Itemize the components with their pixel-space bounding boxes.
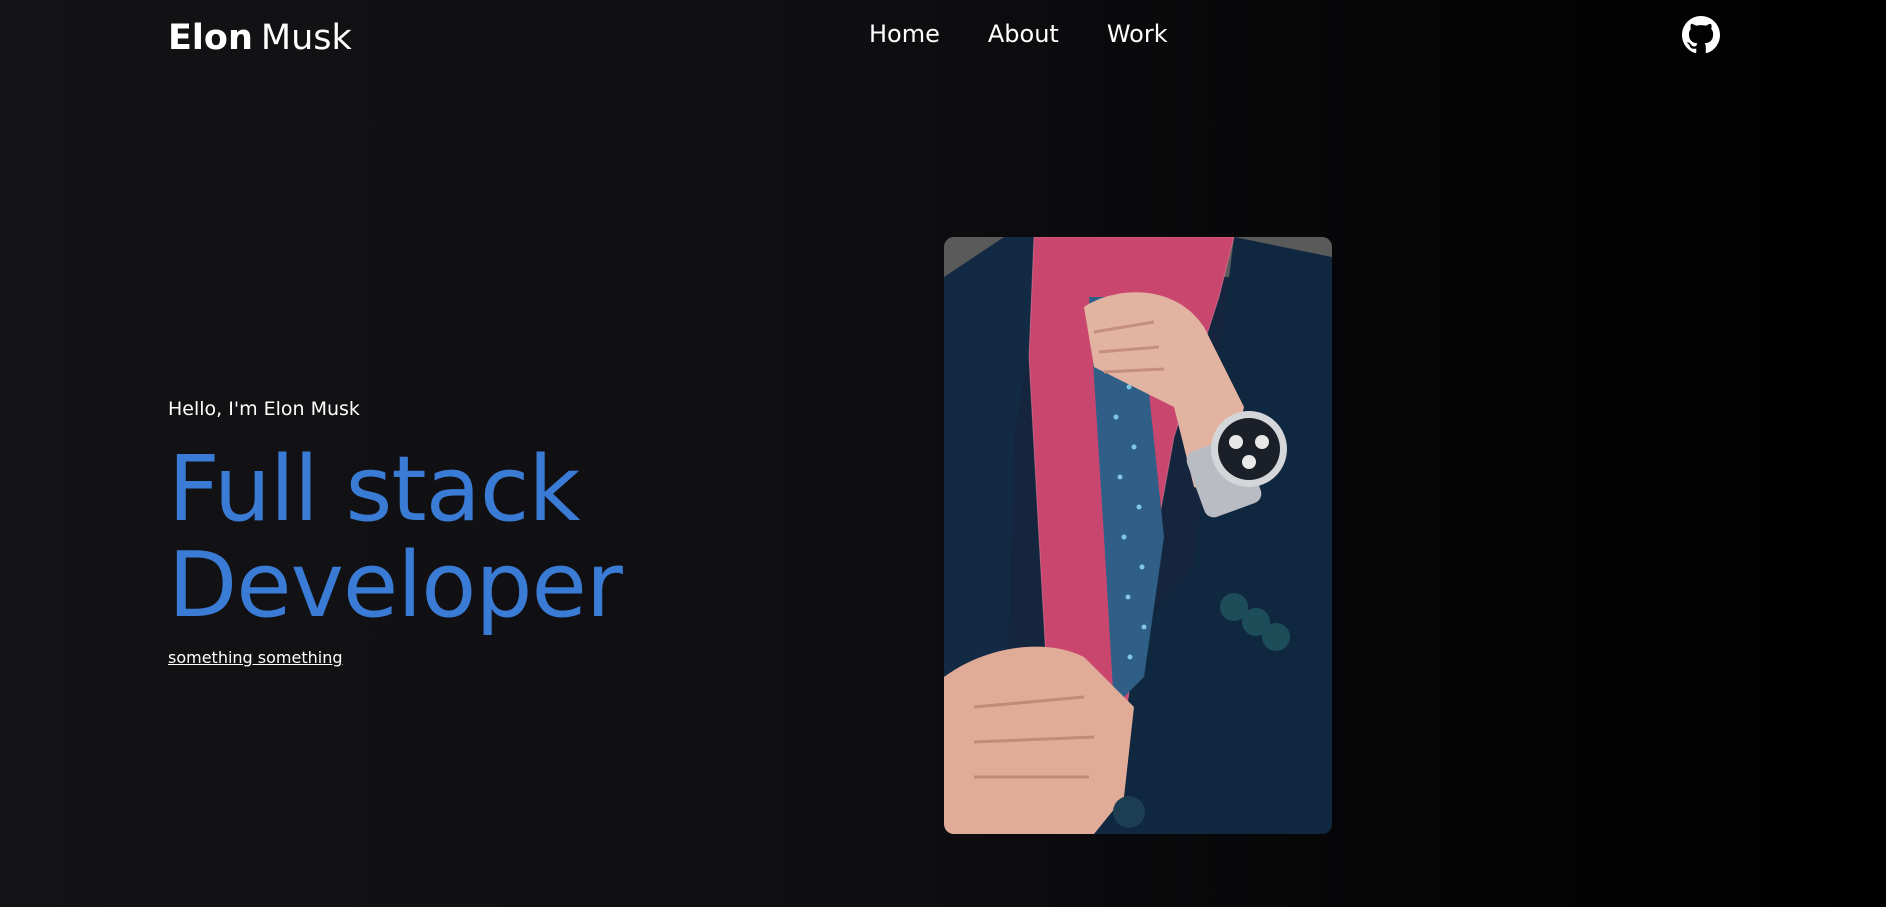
brand-first-name: Elon — [168, 18, 253, 58]
brand-last-name: Musk — [260, 18, 352, 58]
hero-section: Hello, I'm Elon Musk Full stack Develope… — [168, 396, 868, 667]
nav-about-link[interactable]: About — [988, 18, 1059, 50]
portrait-illustration — [944, 237, 1332, 834]
nav-home-link[interactable]: Home — [869, 18, 940, 50]
hero-title-line2: Developer — [168, 533, 623, 638]
hero-greeting: Hello, I'm Elon Musk — [168, 398, 360, 420]
brand-logo[interactable]: Elon Musk — [168, 16, 352, 60]
hero-sub-link[interactable]: something something — [168, 648, 343, 667]
top-navbar: Elon Musk Home About Work — [0, 0, 1886, 80]
nav-work-link[interactable]: Work — [1107, 18, 1168, 50]
hero-title: Full stack Developer — [168, 442, 868, 634]
hero-title-line1: Full stack — [168, 437, 580, 542]
github-icon[interactable] — [1682, 16, 1720, 54]
portrait-photo — [944, 237, 1332, 834]
main-menu: Home About Work — [869, 18, 1168, 50]
